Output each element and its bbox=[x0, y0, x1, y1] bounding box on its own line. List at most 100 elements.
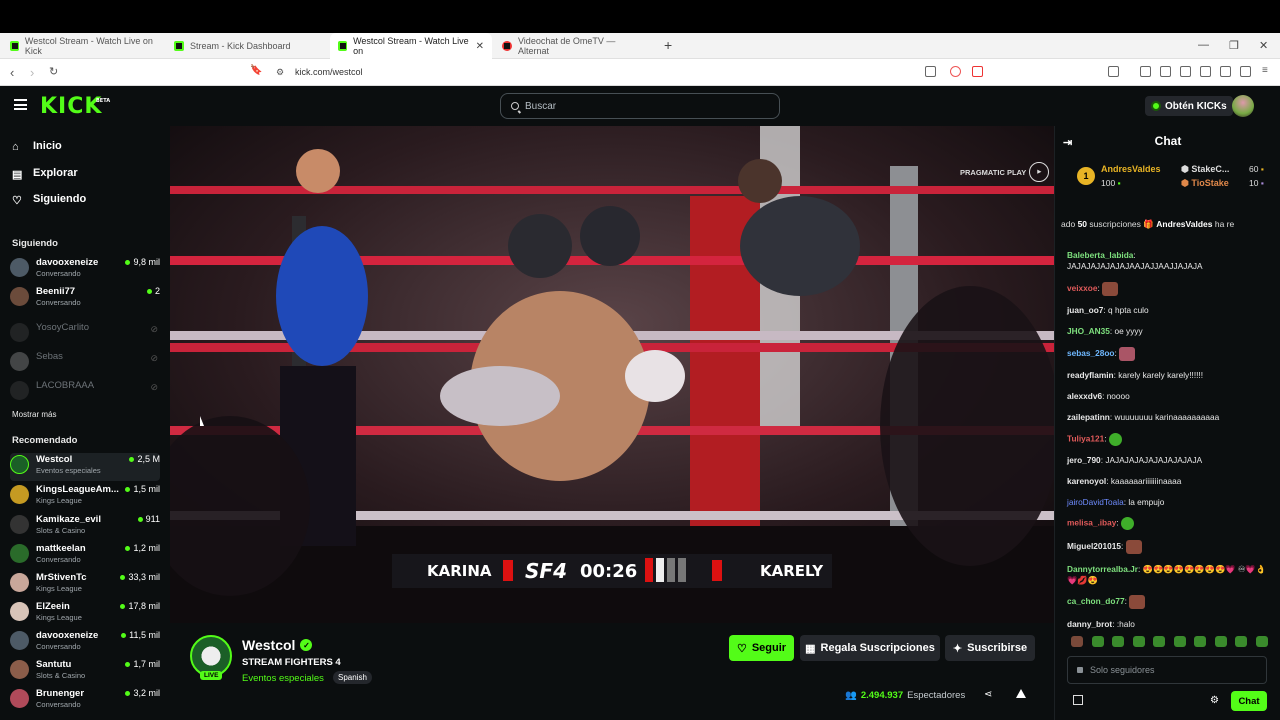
subscribe-button[interactable]: ✦ Suscribirse bbox=[945, 635, 1035, 661]
browser-tab-active[interactable]: Westcol Stream - Watch Live on ✕ bbox=[330, 33, 492, 59]
gear-icon[interactable]: ⚙ bbox=[1210, 695, 1219, 706]
emote-icon bbox=[1102, 281, 1119, 296]
kick-logo[interactable]: KICK BETA bbox=[40, 94, 110, 119]
close-tab-icon[interactable]: ✕ bbox=[476, 41, 484, 52]
report-icon[interactable] bbox=[1016, 689, 1026, 698]
chat-username[interactable]: Tuliya121 bbox=[1067, 433, 1104, 443]
chat-username[interactable]: Baleberta_labida bbox=[1067, 250, 1133, 260]
user-avatar[interactable] bbox=[1232, 95, 1254, 117]
following-channel-offline[interactable]: LACOBRAAA ⊘ bbox=[10, 379, 160, 407]
reader-icon[interactable] bbox=[1108, 66, 1119, 77]
music-icon[interactable] bbox=[1160, 66, 1171, 77]
live-dot-icon bbox=[146, 288, 152, 294]
send-chat-button[interactable]: Chat bbox=[1231, 691, 1267, 711]
chat-username[interactable]: zailepatinn bbox=[1067, 412, 1110, 422]
streamer-name-row: Westcol ✓ bbox=[242, 637, 313, 653]
follow-button[interactable]: ♡ Seguir bbox=[729, 635, 794, 661]
emote-icon[interactable] bbox=[1214, 636, 1227, 647]
url-text[interactable]: kick.com/westcol bbox=[295, 67, 363, 77]
back-icon[interactable]: ‹ bbox=[10, 65, 14, 80]
maximize-icon[interactable]: ❐ bbox=[1229, 39, 1239, 52]
emote-icon[interactable] bbox=[1235, 636, 1247, 647]
emote-icon[interactable] bbox=[1071, 636, 1083, 647]
gift-icon[interactable] bbox=[1073, 695, 1083, 705]
collapse-chat-icon[interactable]: ⇥ bbox=[1063, 136, 1072, 149]
sidebar-item-explorar[interactable]: ▤ Explorar bbox=[12, 167, 78, 181]
site-info-icon[interactable]: ⚙ bbox=[276, 67, 284, 78]
recommended-channel[interactable]: KingsLeagueAm... Kings League 1,5 mil bbox=[10, 483, 160, 511]
get-kicks-button[interactable]: Obtén KICKs bbox=[1145, 96, 1233, 116]
vpn-icon[interactable] bbox=[1240, 66, 1251, 77]
stream-category-link[interactable]: Eventos especiales bbox=[242, 673, 324, 684]
emote-icon[interactable] bbox=[1194, 636, 1206, 647]
search-input[interactable]: Buscar bbox=[500, 93, 780, 119]
recommended-channel-selected[interactable]: Westcol Eventos especiales 2,5 M bbox=[10, 453, 160, 481]
close-window-icon[interactable]: ✕ bbox=[1259, 39, 1268, 52]
show-more-link[interactable]: Mostrar más bbox=[12, 410, 56, 419]
chat-username[interactable]: JHO_AN35 bbox=[1067, 326, 1110, 336]
share-page-icon[interactable] bbox=[925, 66, 936, 77]
emote-icon[interactable] bbox=[1173, 636, 1186, 647]
browser-tab[interactable]: Videochat de OmeTV — Alternat bbox=[494, 33, 656, 59]
chat-input[interactable]: Solo seguidores bbox=[1067, 656, 1267, 684]
chat-username[interactable]: melisa_.ibay bbox=[1067, 518, 1116, 528]
minimize-icon[interactable]: — bbox=[1198, 39, 1209, 51]
browser-tab[interactable]: Westcol Stream - Watch Live on Kick bbox=[2, 33, 164, 59]
forward-icon[interactable]: › bbox=[30, 65, 34, 80]
hamburger-menu-icon[interactable] bbox=[14, 99, 27, 110]
chat-username[interactable]: jairoDavidToala bbox=[1067, 497, 1124, 507]
video-player[interactable]: PRAGMATIC PLAY ▶ KARINA SF4 00:26 KARELY bbox=[170, 126, 1054, 623]
following-channel[interactable]: Beenii77 Conversando 2 bbox=[10, 285, 160, 313]
recommended-channel[interactable]: Kamikaze_evil Slots & Casino 911 bbox=[10, 513, 160, 541]
chat-username[interactable]: karenoyol bbox=[1067, 476, 1106, 486]
leo-ai-icon[interactable] bbox=[1220, 66, 1231, 77]
browser-tab[interactable]: Stream - Kick Dashboard bbox=[166, 33, 328, 59]
following-channel-offline[interactable]: YosoyCarlito ⊘ bbox=[10, 321, 160, 349]
recommended-channel[interactable]: mattkeelan Conversando 1,2 mil bbox=[10, 542, 160, 570]
following-channel[interactable]: davooxeneize Conversando 9,8 mil bbox=[10, 256, 160, 284]
chat-text: JAJAJAJAJAJAJAJAJAJA bbox=[1105, 455, 1203, 466]
fight-timer: 00:26 bbox=[580, 560, 638, 582]
recommended-channel[interactable]: davooxeneize Conversando 11,5 mil bbox=[10, 629, 160, 657]
sidebar-item-inicio[interactable]: ⌂ Inicio bbox=[12, 140, 62, 153]
download-icon[interactable] bbox=[1140, 66, 1151, 77]
red-corner-marker bbox=[712, 560, 722, 581]
chat-username[interactable]: veixxoe bbox=[1067, 283, 1097, 293]
chat-username[interactable]: sebas_28oo bbox=[1067, 348, 1115, 358]
chat-username[interactable]: readyflamin bbox=[1067, 370, 1114, 380]
chat-username[interactable]: ca_chon_do77 bbox=[1067, 597, 1125, 607]
recommended-section-title: Recomendado bbox=[12, 435, 78, 446]
rewards-icon[interactable] bbox=[972, 66, 983, 77]
channel-name: Beenii77 bbox=[36, 286, 76, 297]
recommended-channel[interactable]: ElZeein Kings League 17,8 mil bbox=[10, 600, 160, 628]
emote-icon[interactable] bbox=[1091, 636, 1104, 647]
recommended-channel[interactable]: MrStivenTc Kings League 33,3 mil bbox=[10, 571, 160, 599]
chat-footer: ⚙ Chat bbox=[1055, 690, 1280, 716]
bookmark-icon[interactable]: 🔖 bbox=[250, 65, 262, 76]
chat-username[interactable]: juan_oo7 bbox=[1067, 305, 1103, 315]
recommended-channel[interactable]: Brunenger Conversando 3,2 mil bbox=[10, 687, 160, 715]
wallet-icon[interactable] bbox=[1200, 66, 1211, 77]
search-icon bbox=[511, 102, 519, 110]
emote-icon[interactable] bbox=[1112, 636, 1124, 647]
chat-username[interactable]: jero_790 bbox=[1067, 455, 1101, 465]
menu-icon[interactable]: ≡ bbox=[1262, 65, 1268, 76]
share-icon[interactable]: ⋖ bbox=[984, 689, 992, 700]
sidebar-toggle-icon[interactable] bbox=[1180, 66, 1191, 77]
chat-username[interactable]: Dannytorrealba.Jr bbox=[1067, 564, 1138, 574]
new-tab-icon[interactable]: + bbox=[664, 37, 672, 53]
language-tag[interactable]: Spanish bbox=[333, 671, 372, 684]
emote-icon[interactable] bbox=[1132, 636, 1145, 647]
chat-username[interactable]: danny_brot bbox=[1067, 619, 1112, 629]
recommended-channel[interactable]: Santutu Slots & Casino 1,7 mil bbox=[10, 658, 160, 686]
following-channel-offline[interactable]: Sebas ⊘ bbox=[10, 350, 160, 378]
sidebar-item-siguiendo[interactable]: ♡ Siguiendo bbox=[12, 193, 86, 207]
chat-username[interactable]: alexxdv6 bbox=[1067, 391, 1102, 401]
emote-icon[interactable] bbox=[1255, 636, 1268, 647]
brave-shield-icon[interactable] bbox=[950, 66, 961, 77]
streamer-name[interactable]: Westcol bbox=[242, 637, 295, 653]
reload-icon[interactable]: ↻ bbox=[49, 65, 58, 78]
gift-subs-button[interactable]: ▦ Regala Suscripciones bbox=[800, 635, 940, 661]
emote-icon[interactable] bbox=[1153, 636, 1165, 647]
chat-username[interactable]: Miguel201015 bbox=[1067, 541, 1121, 551]
